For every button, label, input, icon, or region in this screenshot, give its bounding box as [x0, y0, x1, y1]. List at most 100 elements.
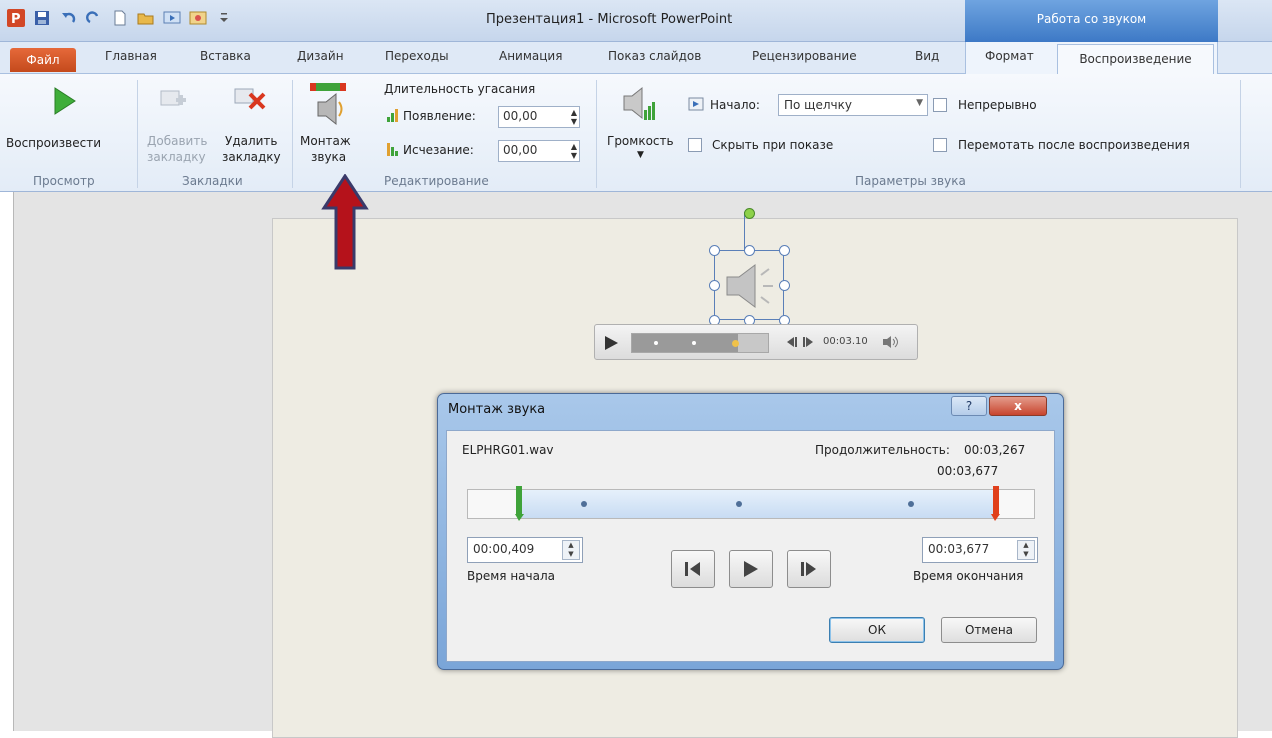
resize-handle[interactable]	[744, 245, 755, 256]
play-icon[interactable]	[52, 86, 78, 119]
player-progress-fill	[632, 334, 739, 352]
trim-audio-dialog: Монтаж звука ? x ELPHRG01.wav Продолжите…	[437, 393, 1064, 670]
add-bookmark-line1: Добавить	[147, 134, 208, 148]
tab-slideshow[interactable]: Показ слайдов	[608, 49, 701, 63]
rotation-handle[interactable]	[744, 208, 755, 219]
file-name: ELPHRG01.wav	[462, 443, 554, 457]
resize-handle[interactable]	[779, 245, 790, 256]
fade-out-input[interactable]: 00,00 ▲ ▼	[498, 140, 580, 162]
vertical-scrollbar[interactable]	[1246, 192, 1272, 731]
dialog-title: Монтаж звука	[448, 402, 546, 417]
picture-icon[interactable]	[188, 8, 208, 28]
volume-button[interactable]: Громкость	[607, 134, 674, 148]
tab-animation[interactable]: Анимация	[499, 49, 562, 63]
hide-during-show-checkbox[interactable]	[688, 138, 702, 152]
bookmark-dot[interactable]	[654, 341, 658, 345]
resize-handle[interactable]	[709, 280, 720, 291]
fade-in-input[interactable]: 00,00 ▲ ▼	[498, 106, 580, 128]
spinner-arrows-icon[interactable]: ▲ ▼	[1017, 540, 1035, 560]
fade-in-icon	[386, 107, 400, 126]
powerpoint-logo-icon[interactable]: P	[6, 8, 26, 28]
svg-text:P: P	[11, 12, 21, 27]
previous-frame-button[interactable]	[671, 550, 715, 588]
play-preview-button[interactable]	[729, 550, 773, 588]
tab-review[interactable]: Рецензирование	[752, 49, 857, 63]
tab-playback[interactable]: Воспроизведение	[1057, 44, 1214, 75]
volume-dropdown-icon[interactable]: ▼	[637, 150, 644, 160]
ok-button[interactable]: ОК	[829, 617, 925, 643]
player-play-icon[interactable]	[603, 335, 619, 354]
start-icon	[688, 96, 706, 115]
annotation-arrow	[320, 173, 370, 270]
spinner-arrows-icon[interactable]: ▲ ▼	[571, 142, 577, 160]
customize-toolbar-icon[interactable]	[214, 8, 234, 28]
spinner-arrows-icon[interactable]: ▲ ▼	[562, 540, 580, 560]
tab-design[interactable]: Дизайн	[297, 49, 344, 63]
bookmark-dot[interactable]	[908, 501, 914, 507]
resize-handle[interactable]	[779, 280, 790, 291]
remove-bookmark-line2[interactable]: закладку	[222, 150, 281, 164]
bookmark-dot[interactable]	[581, 501, 587, 507]
step-back-icon[interactable]	[785, 336, 799, 351]
duration-label: Продолжительность:	[815, 443, 950, 457]
start-marker-icon[interactable]	[514, 486, 526, 525]
quick-access-toolbar: P	[6, 8, 234, 28]
trim-audio-line1[interactable]: Монтаж	[300, 134, 351, 148]
spinner-arrows-icon[interactable]: ▲ ▼	[571, 108, 577, 126]
bookmark-dot[interactable]	[736, 501, 742, 507]
previous-frame-icon	[685, 562, 700, 576]
resize-handle[interactable]	[709, 245, 720, 256]
new-document-icon[interactable]	[110, 8, 130, 28]
group-separator	[292, 80, 293, 188]
end-time-input[interactable]: 00:03,677 ▲ ▼	[922, 537, 1038, 563]
redo-icon[interactable]	[84, 8, 104, 28]
start-value: По щелчку	[784, 98, 852, 112]
player-volume-icon[interactable]	[881, 334, 901, 353]
group-preview-label: Просмотр	[33, 174, 95, 188]
rewind-label: Перемотать после воспроизведения	[958, 138, 1190, 152]
tab-format[interactable]: Формат	[985, 49, 1034, 63]
title-bar: P Презентация1 - Microsoft PowerPoint Ра…	[0, 0, 1272, 42]
undo-icon[interactable]	[58, 8, 78, 28]
tab-insert[interactable]: Вставка	[200, 49, 251, 63]
remove-bookmark-line1[interactable]: Удалить	[225, 134, 278, 148]
volume-icon[interactable]	[620, 84, 656, 127]
save-icon[interactable]	[32, 8, 52, 28]
slide-thumbnails-pane[interactable]	[0, 192, 14, 731]
open-folder-icon[interactable]	[136, 8, 156, 28]
remove-bookmark-icon[interactable]	[234, 86, 268, 115]
rewind-checkbox[interactable]	[933, 138, 947, 152]
fade-out-value: 00,00	[503, 143, 538, 157]
play-button[interactable]: Воспроизвести	[6, 136, 101, 150]
cancel-button[interactable]: Отмена	[941, 617, 1037, 643]
tab-file[interactable]: Файл	[10, 48, 76, 72]
play-preview-icon	[744, 561, 758, 577]
bookmark-dot[interactable]	[692, 341, 696, 345]
loop-checkbox[interactable]	[933, 98, 947, 112]
rotation-handle-line	[744, 212, 745, 250]
trim-audio-icon[interactable]	[306, 82, 350, 131]
next-frame-button[interactable]	[787, 550, 831, 588]
tab-transitions[interactable]: Переходы	[385, 49, 449, 63]
audio-timeline[interactable]	[467, 486, 1035, 521]
end-marker-icon[interactable]	[990, 486, 1002, 525]
selected-range	[518, 490, 996, 518]
help-button[interactable]: ?	[951, 396, 987, 416]
fade-out-icon	[386, 141, 400, 160]
hide-during-show-label: Скрыть при показе	[712, 138, 834, 152]
player-progress-track[interactable]	[631, 333, 769, 353]
slideshow-icon[interactable]	[162, 8, 182, 28]
trim-audio-line2[interactable]: звука	[311, 150, 346, 164]
chevron-down-icon[interactable]: ▼	[916, 98, 923, 108]
tab-view[interactable]: Вид	[915, 49, 939, 63]
end-time-value: 00:03,677	[928, 542, 990, 556]
playhead-dot[interactable]	[732, 340, 739, 347]
start-select[interactable]: По щелчку ▼	[778, 94, 928, 116]
start-time-input[interactable]: 00:00,409 ▲ ▼	[467, 537, 583, 563]
tab-home[interactable]: Главная	[105, 49, 157, 63]
step-forward-icon[interactable]	[802, 336, 816, 351]
close-button[interactable]: x	[989, 396, 1047, 416]
next-frame-icon	[801, 562, 816, 576]
audio-object-selection[interactable]	[714, 250, 784, 320]
fade-in-label: Появление:	[403, 109, 476, 123]
